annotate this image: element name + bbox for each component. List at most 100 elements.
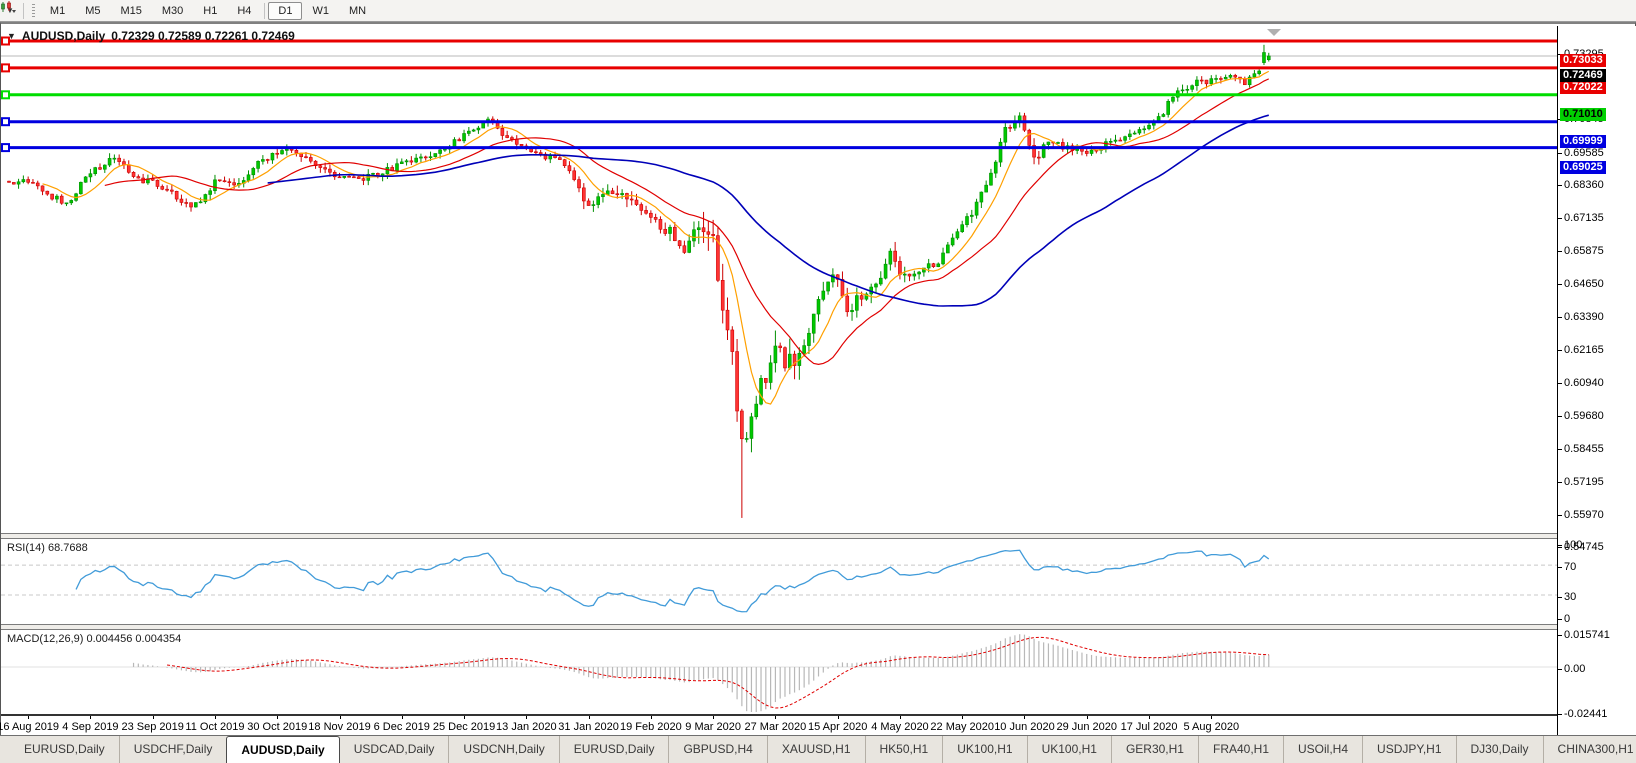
date-tick [152,716,154,719]
rsi-scale-100: 100 [1557,538,1583,551]
price-badge-0.72022: 0.72022 [1560,80,1606,94]
macd-scale--0.02441: -0.02441 [1557,708,1608,720]
date-tick [713,716,715,719]
date-tick [775,716,777,719]
macd-pane[interactable]: MACD(12,26,9) 0.004456 0.004354 [1,630,1557,714]
date-tick [401,716,403,719]
date-tick [962,716,964,719]
timeframe-button-M30[interactable]: M30 [152,2,193,20]
scroll-to-end-icon[interactable] [1267,29,1281,36]
date-label: 25 Dec 2019 [432,721,496,733]
tab-UK100-H1[interactable]: UK100,H1 [1026,736,1111,763]
date-label: 4 Sep 2019 [62,721,119,733]
chart-symbol: AUDUSD,Daily [21,29,106,43]
date-label: 11 Oct 2019 [185,721,245,733]
date-label: 29 Jun 2020 [1056,721,1118,733]
date-tick [90,716,92,719]
main-price-pane[interactable]: ▼ AUDUSD,Daily 0.72329 0.72589 0.72261 0… [1,26,1557,533]
tab-AUDUSD-Daily[interactable]: AUDUSD,Daily [226,736,340,763]
date-label: 27 Mar 2020 [744,721,807,733]
date-tick [588,716,590,719]
date-tick [837,716,839,719]
price-tick: 0.68360 [1558,179,1604,192]
rsi-chart [1,549,1557,613]
timeframe-button-H4[interactable]: H4 [227,2,261,20]
hline-handle-0.72022[interactable] [1,63,10,73]
tab-XAUUSD-H1[interactable]: XAUUSD,H1 [766,736,865,763]
rsi-line [75,549,1270,613]
date-label: 22 May 2020 [930,721,995,733]
tab-UK100-H1[interactable]: UK100,H1 [942,736,1026,763]
candles-layer [7,44,1271,518]
date-tick [526,716,528,719]
time-axis: 16 Aug 2019 4 Sep 2019 23 Sep 2019 11 Oct 2… [0,714,1557,737]
tab-DJ30-Daily[interactable]: DJ30,Daily [1455,736,1543,763]
timeframe-button-M15[interactable]: M15 [110,2,151,20]
macd-scale-0.015741: 0.015741 [1558,628,1610,641]
date-tick [650,716,652,719]
date-tick [1211,716,1213,719]
macd-histogram [132,634,1270,712]
price-axis[interactable]: 0.732950.708450.695850.683600.671350.658… [1557,26,1636,737]
timeframe-button-W1[interactable]: W1 [302,2,339,20]
date-label: 6 Dec 2019 [373,721,430,733]
chart-window: ▼ AUDUSD,Daily 0.72329 0.72589 0.72261 0… [0,22,1636,737]
rsi-scale-30: 30 [1557,590,1577,603]
symbol-dropdown-icon[interactable]: ▼ [7,31,16,41]
price-tick: 0.57195 [1558,476,1604,489]
timeframe-button-D1[interactable]: D1 [268,1,303,20]
tab-USOil-H4[interactable]: USOil,H4 [1283,736,1362,763]
tab-USDCNH-Daily[interactable]: USDCNH,Daily [448,736,558,763]
tab-GER30-H1[interactable]: GER30,H1 [1110,736,1198,763]
tab-USDJPY-H1[interactable]: USDJPY,H1 [1362,736,1455,763]
price-badge-0.69999: 0.69999 [1560,134,1606,148]
date-label: 9 Mar 2020 [685,721,741,733]
date-label: 23 Sep 2019 [121,721,184,733]
tab-USDCAD-Daily[interactable]: USDCAD,Daily [340,736,449,763]
date-label: 13 Jan 2020 [496,721,557,733]
price-tick: 0.69585 [1558,146,1604,159]
price-tick: 0.59680 [1558,410,1604,423]
date-tick [464,716,466,719]
price-tick: 0.60940 [1558,376,1604,389]
date-tick [339,716,341,719]
timeframe-button-MN[interactable]: MN [339,2,376,20]
date-tick [1024,716,1026,719]
timeframe-button-H1[interactable]: H1 [193,2,227,20]
tab-FRA40-H1[interactable]: FRA40,H1 [1197,736,1283,763]
price-badge-0.71010: 0.71010 [1560,107,1606,121]
tab-CHINA300-H1[interactable]: CHINA300,H1 [1542,736,1636,763]
price-badge-0.69025: 0.69025 [1560,160,1606,174]
price-tick: 0.58455 [1558,442,1604,455]
date-tick [277,716,279,719]
rsi-pane[interactable]: RSI(14) 68.7688 [1,539,1557,624]
chart-type-icon[interactable] [0,0,16,14]
date-label: 15 Apr 2020 [807,721,868,733]
price-tick: 0.67135 [1558,211,1604,224]
ma-line-slow [267,114,1269,307]
date-label: 5 Aug 2020 [1183,721,1240,733]
hline-handle-0.69999[interactable] [1,117,10,127]
tab-HK50-H1[interactable]: HK50,H1 [864,736,943,763]
tab-EURUSD-Daily[interactable]: EURUSD,Daily [558,736,669,763]
date-label: 17 Jul 2020 [1120,721,1178,733]
price-tick: 0.62165 [1558,344,1604,357]
tab-USDCHF-Daily[interactable]: USDCHF,Daily [118,736,227,763]
hline-handle-0.71010[interactable] [1,90,10,100]
tab-GBPUSD-H4[interactable]: GBPUSD,H4 [668,736,766,763]
toolbar-grip[interactable] [31,3,35,18]
date-label: 31 Jan 2020 [558,721,619,733]
date-tick [28,716,30,719]
date-tick [1149,716,1151,719]
date-label: 19 Feb 2020 [619,721,682,733]
rsi-scale-70: 70 [1557,561,1577,574]
date-tick [1086,716,1088,719]
candlestick-chart[interactable] [1,26,1557,533]
timeframe-button-M5[interactable]: M5 [75,2,110,20]
timeframe-button-M1[interactable]: M1 [40,2,75,20]
date-label: 10 Jun 2020 [994,721,1055,733]
date-label: 30 Oct 2019 [247,721,308,733]
tab-EURUSD-Daily[interactable]: EURUSD,Daily [10,736,119,763]
current-price-badge: 0.72469 [1560,68,1606,82]
hline-handle-0.69025[interactable] [1,143,10,153]
